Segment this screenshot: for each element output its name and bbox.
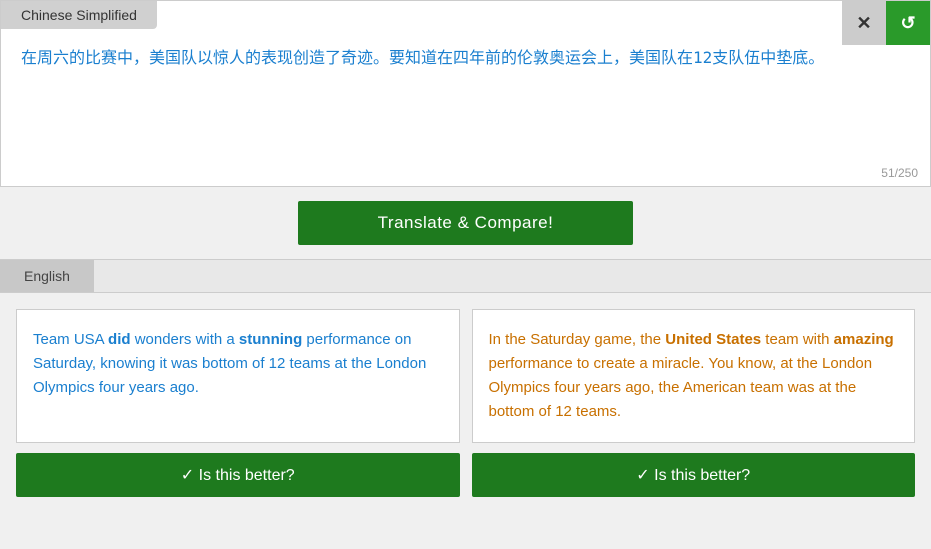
is-better-button-1[interactable]: ✓ Is this better? [16,453,460,497]
translate-bar: Translate & Compare! [0,187,931,259]
char-count: 51/250 [1,164,930,186]
output-lang-bar: English [0,259,931,293]
source-input[interactable] [1,29,930,159]
source-lang-label: Chinese Simplified [1,1,157,29]
is-better-button-2[interactable]: ✓ Is this better? [472,453,916,497]
translation-card-2: In the Saturday game, the United States … [472,309,916,443]
card-1-wonders: wonders with a [131,331,239,348]
refresh-button[interactable]: ↺ [886,1,930,45]
card-2-text: In the Saturday game, the United States … [489,328,899,424]
card-2-rest: performance to create a miracle. You kno… [489,355,873,420]
card-2-intro: In the Saturday game, the [489,331,666,348]
translate-compare-button[interactable]: Translate & Compare! [298,201,634,245]
card-1-text: Team USA did wonders with a stunning per… [33,328,443,400]
top-controls: ✕ ↺ [842,1,930,45]
translation-cards: Team USA did wonders with a stunning per… [0,293,931,443]
close-button[interactable]: ✕ [842,1,886,45]
output-lang-label: English [0,260,94,292]
card-footer: ✓ Is this better? ✓ Is this better? [0,443,931,513]
card-1-stunning: stunning [239,331,302,348]
source-panel: Chinese Simplified ✕ ↺ 51/250 [0,0,931,187]
card-1-did: did [108,331,131,348]
card-2-team: team with [761,331,834,348]
translation-card-1: Team USA did wonders with a stunning per… [16,309,460,443]
card-2-us: United States [665,331,761,348]
card-1-text-span: Team USA [33,331,108,348]
card-2-amazing: amazing [834,331,894,348]
lang-tab-spacer [94,260,931,292]
